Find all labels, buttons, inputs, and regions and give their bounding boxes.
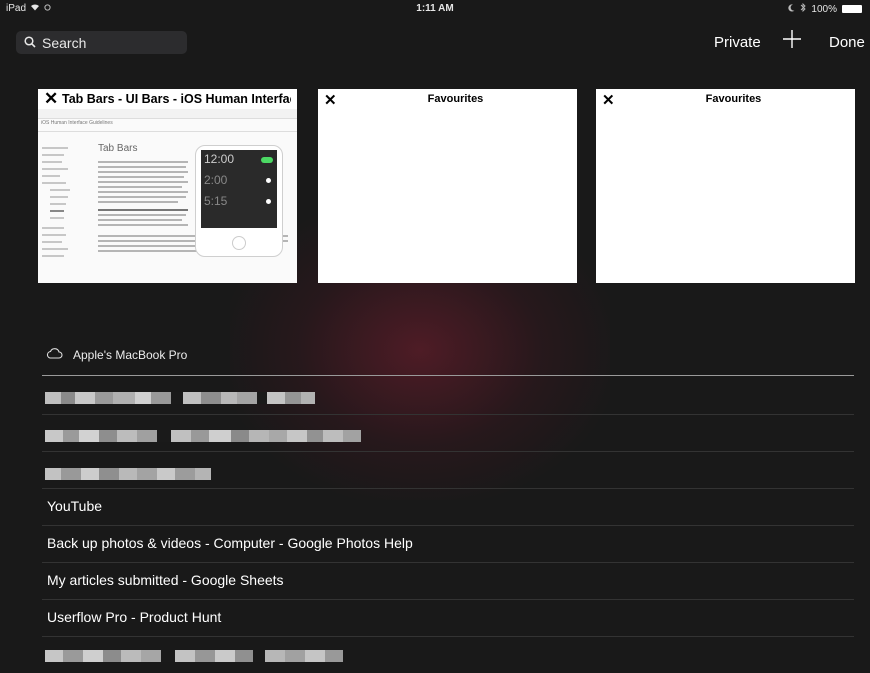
search-icon <box>24 35 42 51</box>
preview-nav-bar <box>38 109 297 119</box>
battery-icon <box>842 5 862 13</box>
close-icon[interactable]: ✕ <box>602 91 615 109</box>
list-item[interactable]: Userflow Pro - Product Hunt <box>42 599 854 637</box>
preview-phone-image: 12:00 2:00 5:15 <box>195 145 283 257</box>
list-item-label: My articles submitted - Google Sheets <box>47 572 284 588</box>
plus-icon <box>783 30 801 48</box>
battery-percent: 100% <box>811 3 837 15</box>
preview-dot <box>266 178 271 183</box>
status-time: 1:11 AM <box>416 3 454 14</box>
preview-phone-screen: 12:00 2:00 5:15 <box>201 150 277 228</box>
new-tab-button[interactable] <box>782 29 802 53</box>
tab-switcher-toolbar: Search Private Done <box>0 22 870 66</box>
list-item[interactable] <box>42 636 854 673</box>
status-right: 100% <box>788 2 862 15</box>
list-item-label: Userflow Pro - Product Hunt <box>47 609 222 625</box>
tab-title: Tab Bars - UI Bars - iOS Human Interface… <box>62 92 291 106</box>
search-placeholder: Search <box>42 34 87 51</box>
status-bar: iPad 1:11 AM 100% <box>0 0 870 22</box>
list-item[interactable] <box>42 414 854 452</box>
preview-toggle <box>261 157 273 163</box>
preview-time: 12:00 <box>204 152 235 166</box>
redacted-text <box>45 391 315 404</box>
device-divider <box>42 375 854 376</box>
tab-title: Favourites <box>427 93 484 105</box>
list-item[interactable]: Back up photos & videos - Computer - Goo… <box>42 525 854 563</box>
icloud-device-header: Apple's MacBook Pro <box>46 348 187 362</box>
device-label: Apple's MacBook Pro <box>73 348 188 362</box>
preview-dot <box>266 199 271 204</box>
preview-time: 5:15 <box>204 194 228 208</box>
moon-icon <box>788 3 795 15</box>
tab-card[interactable]: ✕ Tab Bars - UI Bars - iOS Human Interfa… <box>38 89 297 283</box>
list-item-label: Back up photos & videos - Computer - Goo… <box>47 535 413 551</box>
done-button[interactable]: Done <box>829 34 865 51</box>
cloud-icon <box>46 348 63 362</box>
list-item[interactable]: My articles submitted - Google Sheets <box>42 562 854 600</box>
preview-divider <box>38 131 297 132</box>
list-item[interactable]: YouTube <box>42 488 854 526</box>
close-icon[interactable]: ✕ <box>324 91 337 109</box>
preview-subtitle: iOS Human Interface Guidelines <box>41 120 113 126</box>
search-field[interactable]: Search <box>16 31 187 54</box>
private-button[interactable]: Private <box>714 34 761 51</box>
tab-card[interactable]: ✕ Favourites <box>596 89 855 283</box>
redacted-text <box>45 429 361 442</box>
list-item[interactable] <box>42 451 854 489</box>
redacted-text <box>45 649 343 662</box>
tab-title: Favourites <box>705 93 762 105</box>
tab-preview: iOS Human Interface Guidelines Tab Bars … <box>38 109 297 283</box>
list-item[interactable] <box>42 377 854 415</box>
preview-time: 2:00 <box>204 173 228 187</box>
preview-home-button <box>232 236 246 250</box>
preview-heading: Tab Bars <box>98 143 138 154</box>
redacted-text <box>45 467 211 480</box>
list-item-label: YouTube <box>47 498 103 514</box>
bluetooth-icon <box>800 2 807 15</box>
tab-card[interactable]: ✕ Favourites <box>318 89 577 283</box>
close-icon[interactable]: ✕ <box>44 89 58 109</box>
